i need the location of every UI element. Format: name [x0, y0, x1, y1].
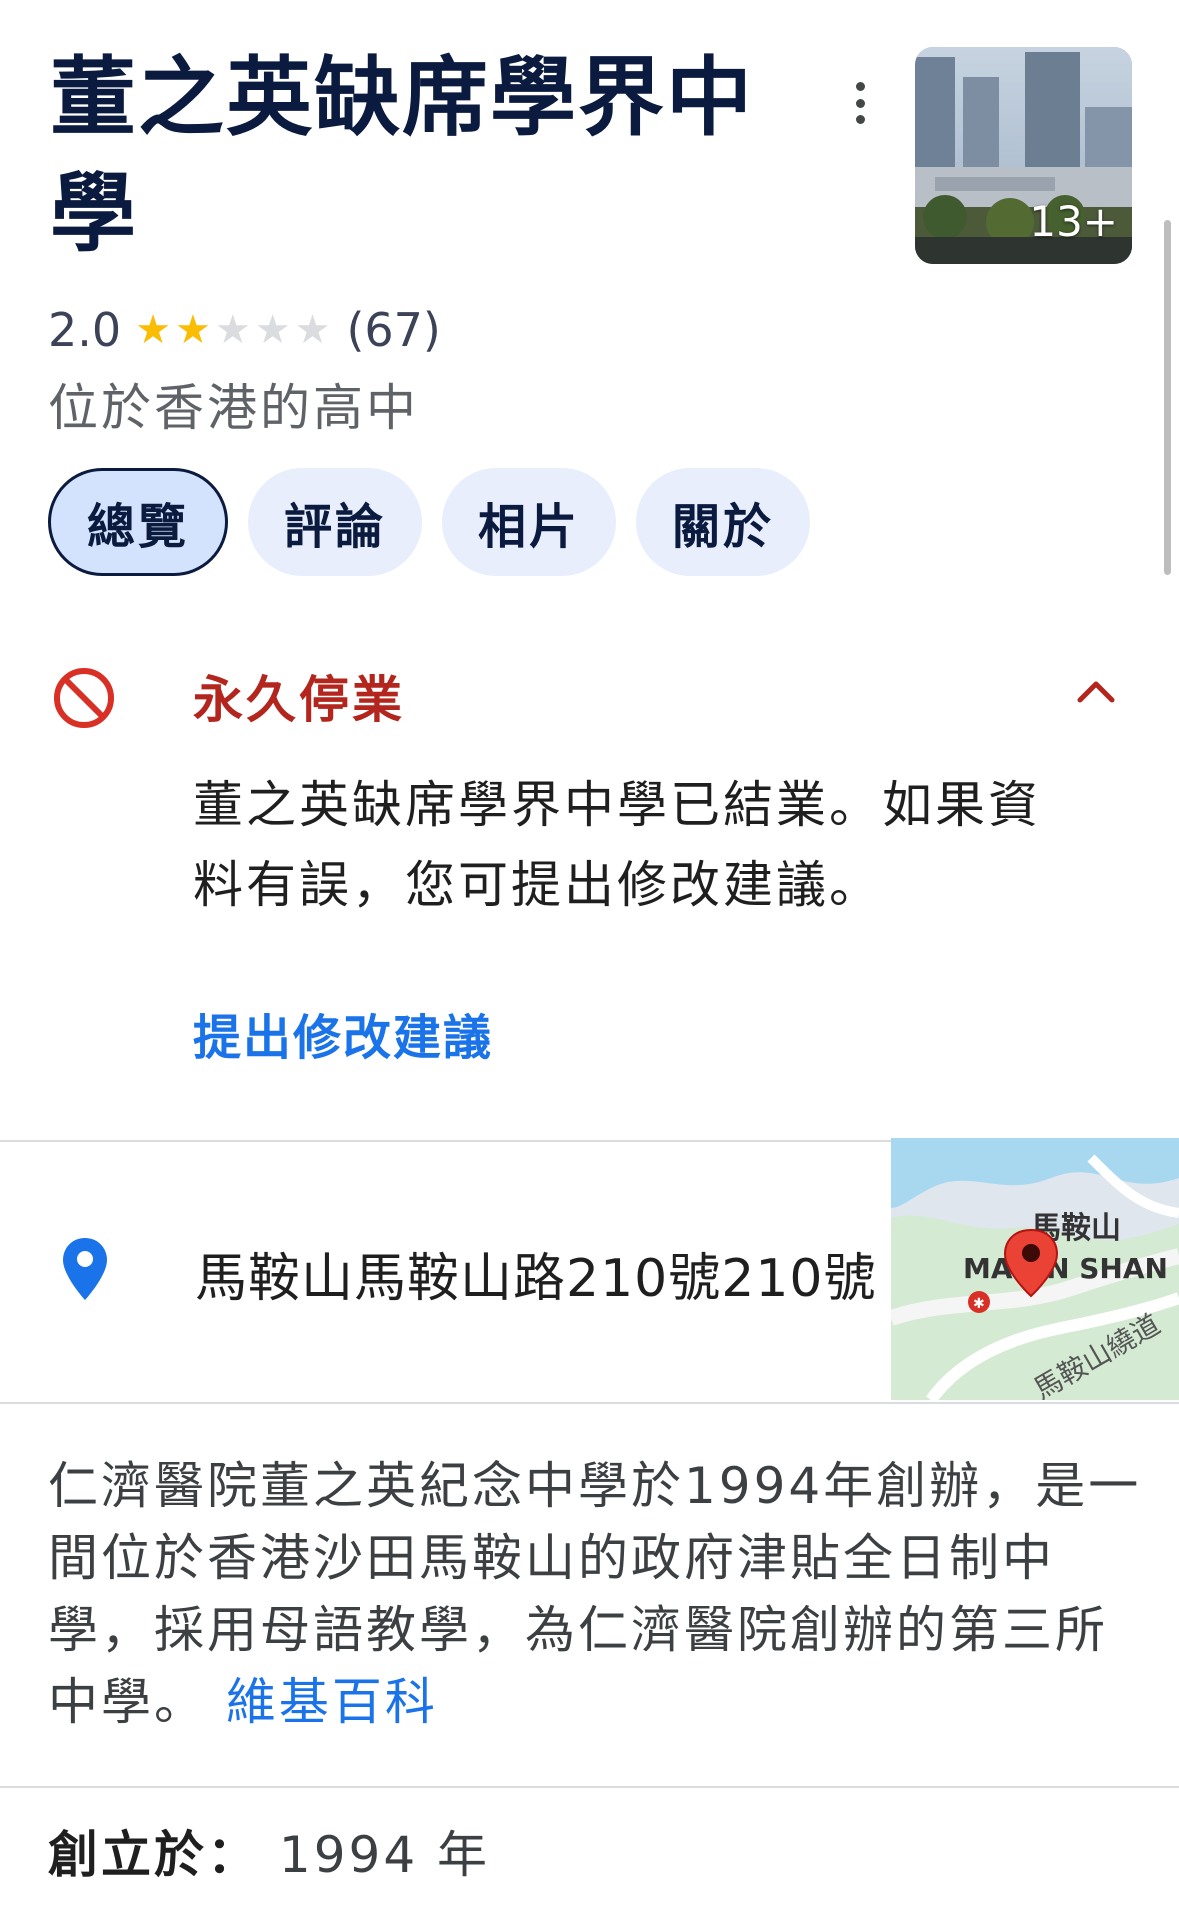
star-empty-icon: ★ [294, 307, 331, 353]
place-description: 仁濟醫院董之英紀念中學於1994年創辦，是一間位於香港沙田馬鞍山的政府津貼全日制… [48, 1450, 1148, 1738]
star-empty-icon: ★ [214, 307, 251, 353]
founded-value: 1994 年 [278, 1826, 491, 1884]
tab-about[interactable]: 關於 [636, 468, 811, 576]
tab-overview[interactable]: 總覽 [48, 468, 229, 576]
review-count: (67) [346, 303, 441, 357]
rating-stars: ★ ★ ★ ★ ★ [135, 310, 334, 350]
founded-label: 創立於： [48, 1826, 260, 1884]
prohibited-icon [54, 668, 114, 728]
divider [0, 1402, 1179, 1404]
map-thumbnail[interactable]: ✱ 馬鞍山 MA ON SHAN 馬鞍山繞道 [891, 1138, 1179, 1400]
more-options-icon[interactable] [840, 78, 880, 128]
tab-reviews[interactable]: 評論 [248, 468, 423, 576]
address-text[interactable]: 馬鞍山馬鞍山路210號210號 [195, 1236, 877, 1311]
divider [0, 1786, 1179, 1788]
scrollbar[interactable] [1164, 220, 1171, 575]
founded-row: 創立於： 1994 年 [48, 1815, 490, 1887]
star-filled-icon: ★ [175, 307, 211, 353]
tab-photos[interactable]: 相片 [442, 468, 617, 576]
map-image: ✱ 馬鞍山 MA ON SHAN 馬鞍山繞道 [891, 1138, 1179, 1400]
chevron-up-icon[interactable] [1072, 670, 1120, 710]
location-pin-icon [63, 1238, 107, 1300]
star-filled-icon: ★ [135, 307, 172, 353]
svg-text:✱: ✱ [973, 1296, 985, 1312]
wikipedia-link[interactable]: 維基百科 [226, 1673, 438, 1731]
place-category: 位於香港的高中 [48, 379, 419, 437]
closed-status-body: 董之英缺席學界中學已結業。如果資料有誤，您可提出修改建議。 [193, 776, 1041, 914]
photo-count: 13+ [1029, 197, 1118, 246]
rating-row[interactable]: 2.0 ★ ★ ★ ★ ★ (67) [48, 300, 441, 360]
rating-value: 2.0 [48, 303, 122, 357]
closed-status-title: 永久停業 [193, 671, 405, 729]
suggest-edit-link[interactable]: 提出修改建議 [193, 998, 493, 1068]
tab-bar: 總覽 評論 相片 關於 [48, 468, 811, 576]
star-empty-icon: ★ [254, 307, 291, 353]
description-text: 仁濟醫院董之英紀念中學於1994年創辦，是一間位於香港沙田馬鞍山的政府津貼全日制… [48, 1457, 1142, 1731]
place-photo-thumbnail[interactable]: 13+ [915, 47, 1132, 264]
place-title: 董之英缺席學界中學 [50, 48, 754, 264]
map-label-area: MA ON SHAN [963, 1252, 1168, 1285]
